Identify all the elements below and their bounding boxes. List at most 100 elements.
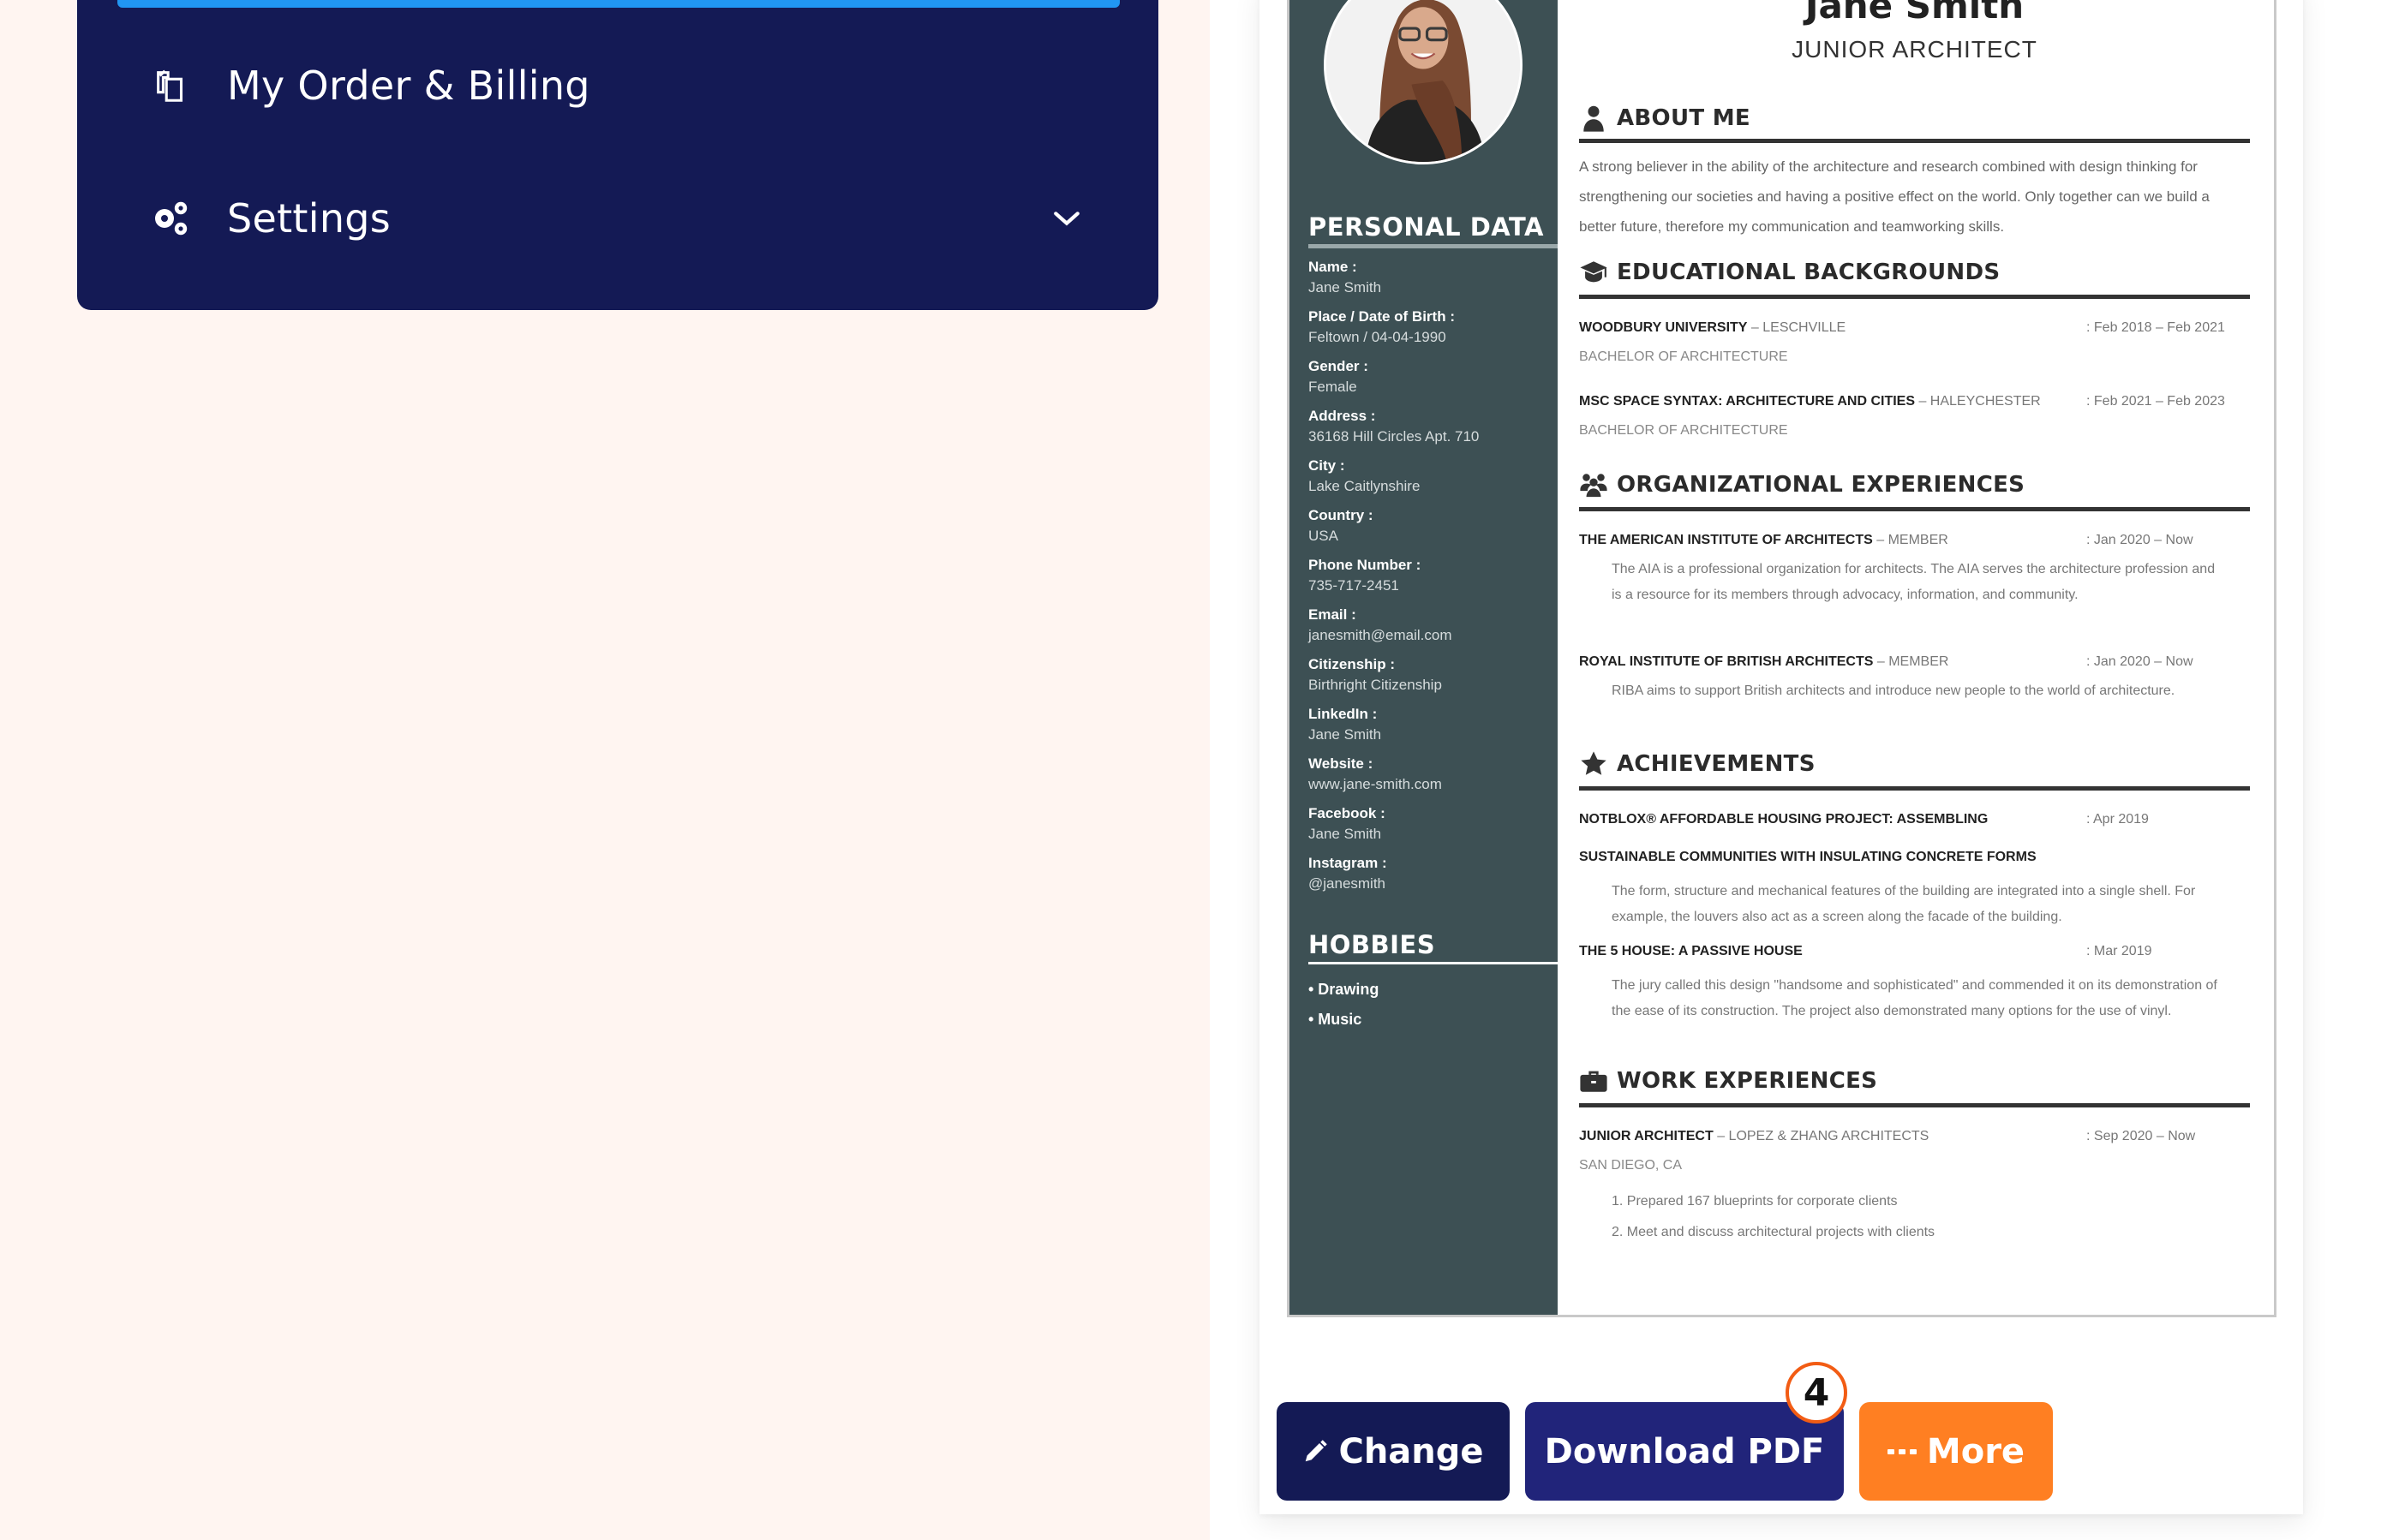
field-value: @janesmith [1308,875,1386,892]
field-label: City : [1308,457,1345,474]
field-value: USA [1308,528,1338,544]
education-entry: MSC SPACE SYNTAX: ARCHITECTURE AND CITIE… [1579,392,2250,411]
personal-data-item: Place / Date of Birth : Feltown / 04-04-1… [1308,307,1551,356]
personal-data-item: City : Lake Caitlynshire [1308,456,1551,505]
sidebar-item-settings[interactable]: Settings [150,184,1086,253]
entry-subtitle: – MEMBER [1872,533,1948,547]
download-pdf-button[interactable]: Download PDF [1525,1402,1844,1501]
work-point: 2. Meet and discuss architectural projec… [1612,1225,1935,1239]
personal-data-item: Facebook : Jane Smith [1308,803,1551,853]
education-entry: WOODBURY UNIVERSITY – LESCHVILLE : Feb 2… [1579,319,2250,337]
active-item-indicator [117,0,1120,8]
entry-title: ROYAL INSTITUTE OF BRITISH ARCHITECTS [1579,654,1874,669]
work-heading: WORK EXPERIENCES [1579,1064,2250,1098]
about-heading: ABOUT ME [1579,101,2250,135]
entry-description: RIBA aims to support British architects … [1612,683,2175,698]
divider [1579,1103,2250,1107]
field-value: Jane Smith [1308,279,1382,295]
field-label: Place / Date of Birth : [1308,308,1455,325]
entry-subtitle: – HALEYCHESTER [1915,394,2041,409]
personal-data-item: Instagram : @janesmith [1308,853,1551,903]
entry-degree: BACHELOR OF ARCHITECTURE [1579,349,1788,364]
personal-data-item: Name : Jane Smith [1308,257,1551,307]
section-title: ACHIEVEMENTS [1617,751,1816,777]
group-icon [1579,470,1608,499]
sidebar-menu: My Order & Billing Settings [77,0,1158,310]
about-text: A strong believer in the ability of the … [1579,158,2210,235]
entry-description: The jury called this design "handsome an… [1612,978,2217,1018]
field-label: Citizenship : [1308,656,1396,672]
sidebar-item-order-billing[interactable]: My Order & Billing [150,51,1086,120]
profile-photo [1324,0,1523,164]
divider [1308,962,1558,964]
entry-date: : Apr 2019 [2086,812,2149,827]
resume-name: Jane Smith [1804,0,2025,27]
organization-entry: THE AMERICAN INSTITUTE OF ARCHITECTS – M… [1579,531,2250,550]
divider [1579,139,2250,143]
resume-sidebar: PERSONAL DATA Name : Jane Smith Place / D… [1289,0,1558,1315]
field-value: www.jane-smith.com [1308,776,1442,792]
change-button[interactable]: Change [1277,1402,1510,1501]
pencil-icon [1302,1439,1328,1465]
divider [1579,786,2250,791]
work-entry: JUNIOR ARCHITECT – LOPEZ & ZHANG ARCHITE… [1579,1127,2250,1146]
personal-data-item: Phone Number : 735-717-2451 [1308,555,1551,605]
field-value: 735-717-2451 [1308,577,1399,594]
personal-data-heading: PERSONAL DATA [1308,212,1544,242]
graduation-cap-icon [1579,258,1608,287]
user-icon [1579,104,1608,133]
gears-icon [150,197,193,240]
entry-location: SAN DIEGO, CA [1579,1158,1683,1173]
hobbies-list: • Drawing • Music [1308,975,1379,1035]
personal-data-item: Website : www.jane-smith.com [1308,754,1551,803]
divider [1579,295,2250,299]
field-label: Facebook : [1308,805,1385,821]
personal-data-item: Citizenship : Birthright Citizenship [1308,654,1551,704]
field-value: Jane Smith [1308,726,1382,743]
sidebar-item-label: Settings [227,195,392,242]
entry-date: : Mar 2019 [2086,944,2152,958]
field-value: Feltown / 04-04-1990 [1308,329,1446,345]
ellipsis-icon [1887,1447,1917,1456]
field-value: Female [1308,379,1357,395]
section-title: ABOUT ME [1617,105,1750,131]
field-label: Gender : [1308,358,1368,374]
entry-subtitle: – LESCHVILLE [1747,320,1846,335]
personal-data-list: Name : Jane Smith Place / Date of Birth :… [1308,257,1551,903]
field-label: Phone Number : [1308,557,1421,573]
field-label: Email : [1308,606,1356,623]
more-label: More [1926,1431,2025,1471]
star-icon [1579,749,1608,779]
entry-title: MSC SPACE SYNTAX: ARCHITECTURE AND CITIE… [1579,394,1916,409]
field-value: Jane Smith [1308,826,1382,842]
personal-data-item: Email : janesmith@email.com [1308,605,1551,654]
organizations-heading: ORGANIZATIONAL EXPERIENCES [1579,468,2250,502]
entry-title: THE 5 HOUSE: A PASSIVE HOUSE [1579,944,1803,958]
entry-title: WOODBURY UNIVERSITY [1579,320,1748,335]
more-button[interactable]: More [1859,1402,2053,1501]
entry-subtitle: – MEMBER [1873,654,1949,669]
field-label: Website : [1308,755,1373,772]
divider [1308,244,1558,248]
section-title: ORGANIZATIONAL EXPERIENCES [1617,472,2025,498]
step-badge: 4 [1786,1362,1847,1424]
personal-data-item: LinkedIn : Jane Smith [1308,704,1551,754]
change-label: Change [1338,1431,1484,1471]
entry-title: NOTBLOX® AFFORDABLE HOUSING PROJECT: ASS… [1579,812,1989,827]
chevron-down-icon[interactable] [1048,200,1086,237]
entry-title: THE AMERICAN INSTITUTE OF ARCHITECTS [1579,533,1873,547]
sidebar-item-label: My Order & Billing [227,63,590,109]
entry-description: The AIA is a professional organization f… [1612,562,2216,602]
entry-date: : Feb 2021 – Feb 2023 [2086,394,2225,409]
resume-preview: PERSONAL DATA Name : Jane Smith Place / D… [1287,0,2276,1317]
section-title: EDUCATIONAL BACKGROUNDS [1617,260,2001,285]
field-label: LinkedIn : [1308,706,1378,722]
entry-date: : Sep 2020 – Now [2086,1129,2196,1143]
entry-degree: BACHELOR OF ARCHITECTURE [1579,423,1788,438]
resume-main: Jane Smith JUNIOR ARCHITECT ABOUT ME A s… [1579,0,2250,1315]
achievements-heading: ACHIEVEMENTS [1579,747,2250,781]
entry-title: JUNIOR ARCHITECT [1579,1129,1714,1143]
personal-data-item: Gender : Female [1308,356,1551,406]
organization-entry: ROYAL INSTITUTE OF BRITISH ARCHITECTS – … [1579,653,2250,672]
field-label: Instagram : [1308,855,1387,871]
